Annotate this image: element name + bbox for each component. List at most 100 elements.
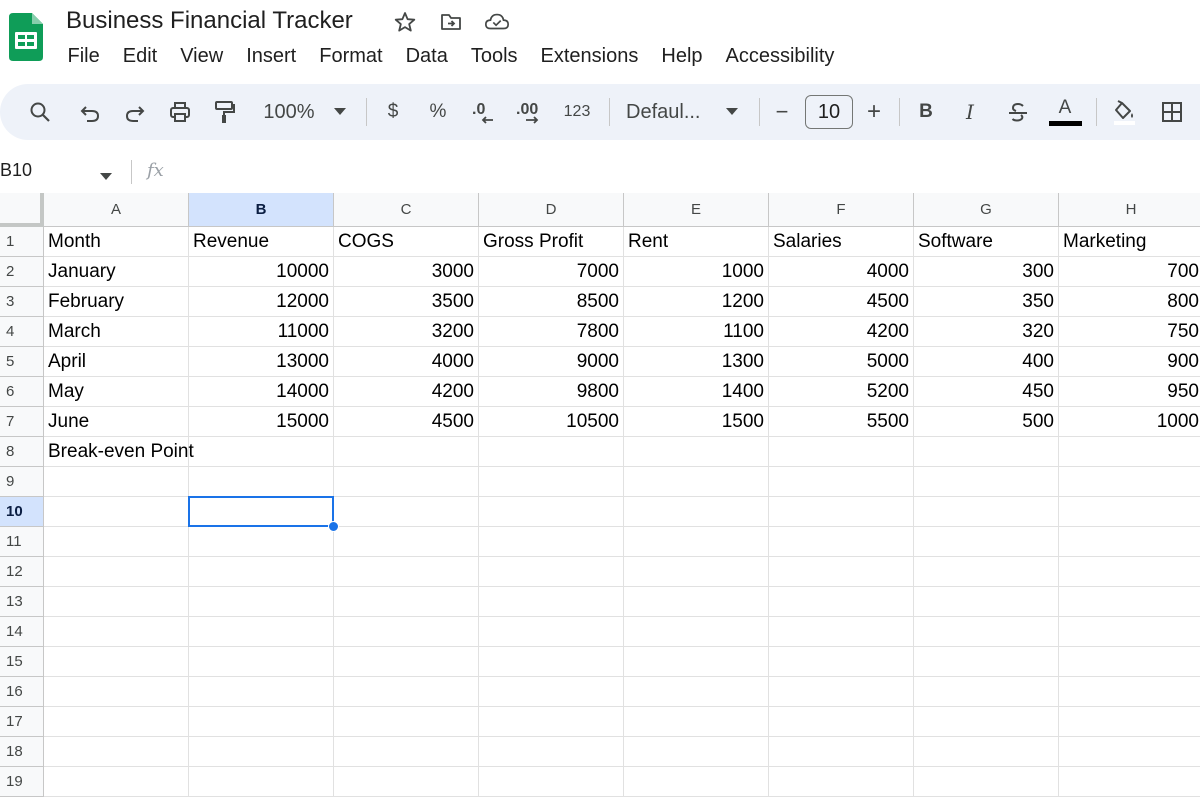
cell-h8[interactable] bbox=[1059, 437, 1200, 467]
cell-g11[interactable] bbox=[914, 527, 1059, 557]
cell-g8[interactable] bbox=[914, 437, 1059, 467]
cell-f3[interactable]: 4500 bbox=[769, 287, 914, 317]
document-title[interactable]: Business Financial Tracker bbox=[66, 7, 353, 35]
column-header-c[interactable]: C bbox=[334, 193, 479, 227]
menu-tools[interactable]: Tools bbox=[459, 42, 529, 70]
row-header-16[interactable]: 16 bbox=[0, 677, 44, 707]
cell-b5[interactable]: 13000 bbox=[189, 347, 334, 377]
cell-g7[interactable]: 500 bbox=[914, 407, 1059, 437]
cell-e11[interactable] bbox=[624, 527, 769, 557]
cell-c5[interactable]: 4000 bbox=[334, 347, 479, 377]
cell-f18[interactable] bbox=[769, 737, 914, 767]
sheets-logo-icon[interactable] bbox=[9, 13, 43, 61]
cell-h12[interactable] bbox=[1059, 557, 1200, 587]
cell-b12[interactable] bbox=[189, 557, 334, 587]
menu-insert[interactable]: Insert bbox=[235, 42, 308, 70]
cell-e8[interactable] bbox=[624, 437, 769, 467]
more-formats-button[interactable]: 123 bbox=[560, 92, 594, 132]
cell-g14[interactable] bbox=[914, 617, 1059, 647]
paint-format-icon[interactable] bbox=[210, 92, 238, 132]
cell-b2[interactable]: 10000 bbox=[189, 257, 334, 287]
text-color-icon[interactable]: A bbox=[1048, 92, 1082, 132]
cell-e5[interactable]: 1300 bbox=[624, 347, 769, 377]
cell-d10[interactable] bbox=[479, 497, 624, 527]
row-header-7[interactable]: 7 bbox=[0, 407, 44, 437]
cell-a11[interactable] bbox=[44, 527, 189, 557]
fill-handle[interactable] bbox=[328, 521, 339, 532]
cell-d1[interactable]: Gross Profit bbox=[479, 227, 624, 257]
cell-h19[interactable] bbox=[1059, 767, 1200, 797]
cell-g15[interactable] bbox=[914, 647, 1059, 677]
cell-g16[interactable] bbox=[914, 677, 1059, 707]
cell-d3[interactable]: 8500 bbox=[479, 287, 624, 317]
cell-g12[interactable] bbox=[914, 557, 1059, 587]
column-header-b[interactable]: B bbox=[189, 193, 334, 227]
cell-d9[interactable] bbox=[479, 467, 624, 497]
cell-f11[interactable] bbox=[769, 527, 914, 557]
italic-button[interactable]: I bbox=[958, 92, 982, 132]
cell-a17[interactable] bbox=[44, 707, 189, 737]
cell-f14[interactable] bbox=[769, 617, 914, 647]
cell-c7[interactable]: 4500 bbox=[334, 407, 479, 437]
cell-h5[interactable]: 900 bbox=[1059, 347, 1200, 377]
cell-c19[interactable] bbox=[334, 767, 479, 797]
column-header-d[interactable]: D bbox=[479, 193, 624, 227]
cell-h18[interactable] bbox=[1059, 737, 1200, 767]
cell-a16[interactable] bbox=[44, 677, 189, 707]
cell-g18[interactable] bbox=[914, 737, 1059, 767]
cell-d7[interactable]: 10500 bbox=[479, 407, 624, 437]
cell-h2[interactable]: 700 bbox=[1059, 257, 1200, 287]
cell-d13[interactable] bbox=[479, 587, 624, 617]
chevron-down-icon[interactable] bbox=[100, 168, 112, 186]
cell-e6[interactable]: 1400 bbox=[624, 377, 769, 407]
cell-b14[interactable] bbox=[189, 617, 334, 647]
cell-f8[interactable] bbox=[769, 437, 914, 467]
cell-e18[interactable] bbox=[624, 737, 769, 767]
cell-b1[interactable]: Revenue bbox=[189, 227, 334, 257]
cell-f6[interactable]: 5200 bbox=[769, 377, 914, 407]
row-header-3[interactable]: 3 bbox=[0, 287, 44, 317]
row-header-18[interactable]: 18 bbox=[0, 737, 44, 767]
cell-a5[interactable]: April bbox=[44, 347, 189, 377]
strikethrough-icon[interactable] bbox=[1004, 92, 1032, 132]
cell-e4[interactable]: 1100 bbox=[624, 317, 769, 347]
cell-b13[interactable] bbox=[189, 587, 334, 617]
cell-a10[interactable] bbox=[44, 497, 189, 527]
font-size-input[interactable]: 10 bbox=[805, 95, 853, 129]
row-header-8[interactable]: 8 bbox=[0, 437, 44, 467]
star-icon[interactable] bbox=[392, 9, 418, 35]
cell-g3[interactable]: 350 bbox=[914, 287, 1059, 317]
cell-c16[interactable] bbox=[334, 677, 479, 707]
cell-c3[interactable]: 3500 bbox=[334, 287, 479, 317]
cell-c6[interactable]: 4200 bbox=[334, 377, 479, 407]
cell-f13[interactable] bbox=[769, 587, 914, 617]
cell-f1[interactable]: Salaries bbox=[769, 227, 914, 257]
row-header-13[interactable]: 13 bbox=[0, 587, 44, 617]
cell-a2[interactable]: January bbox=[44, 257, 189, 287]
cell-g4[interactable]: 320 bbox=[914, 317, 1059, 347]
cell-e16[interactable] bbox=[624, 677, 769, 707]
print-icon[interactable] bbox=[166, 92, 194, 132]
cell-f10[interactable] bbox=[769, 497, 914, 527]
cell-b11[interactable] bbox=[189, 527, 334, 557]
cloud-saved-icon[interactable] bbox=[484, 9, 510, 35]
name-box[interactable]: B10 bbox=[0, 160, 32, 181]
cell-c18[interactable] bbox=[334, 737, 479, 767]
cell-h16[interactable] bbox=[1059, 677, 1200, 707]
format-currency-button[interactable]: $ bbox=[380, 92, 406, 132]
increase-decimal-button[interactable]: .00 bbox=[514, 92, 548, 132]
cell-b16[interactable] bbox=[189, 677, 334, 707]
column-header-h[interactable]: H bbox=[1059, 193, 1200, 227]
cell-g19[interactable] bbox=[914, 767, 1059, 797]
cell-a3[interactable]: February bbox=[44, 287, 189, 317]
chevron-down-icon[interactable] bbox=[330, 92, 350, 132]
cell-a7[interactable]: June bbox=[44, 407, 189, 437]
menu-format[interactable]: Format bbox=[308, 42, 394, 70]
fill-color-icon[interactable] bbox=[1110, 92, 1138, 132]
cell-a1[interactable]: Month bbox=[44, 227, 189, 257]
cell-h4[interactable]: 750 bbox=[1059, 317, 1200, 347]
cell-d12[interactable] bbox=[479, 557, 624, 587]
cell-c8[interactable] bbox=[334, 437, 479, 467]
cell-g10[interactable] bbox=[914, 497, 1059, 527]
cell-b17[interactable] bbox=[189, 707, 334, 737]
